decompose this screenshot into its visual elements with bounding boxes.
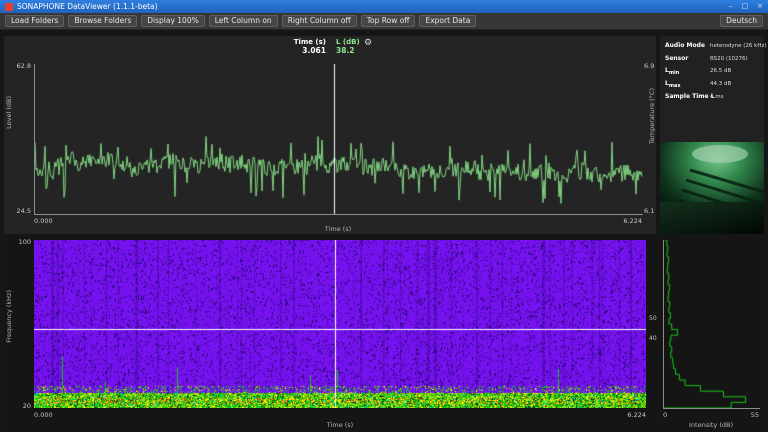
intensity-histogram-chart[interactable] xyxy=(663,240,760,409)
info-value: 26.5 dB xyxy=(710,67,759,78)
spectrogram-right-tick-upper: 50 xyxy=(649,315,657,322)
spectrogram-chart[interactable] xyxy=(34,240,646,408)
cursor-level-label: L (dB) xyxy=(336,38,382,46)
right-column-toggle-button[interactable]: Right Column off xyxy=(282,15,357,27)
info-value: heterodyne (26 kHz) xyxy=(710,42,767,53)
spectrogram-right-tick-lower: 40 xyxy=(649,335,657,342)
app-icon xyxy=(5,3,13,11)
info-value: BS20 (10276) xyxy=(710,55,759,66)
spectrogram-y-tick-top: 100 xyxy=(4,238,31,246)
language-button[interactable]: Deutsch xyxy=(720,15,763,27)
cursor-time-readout: Time (s) 3.061 xyxy=(254,38,326,55)
level-x-axis-label: Time (s) xyxy=(34,225,642,233)
level-waveform-chart[interactable] xyxy=(34,64,643,215)
window-title: SONAPHONE DataViewer (1.1.1-beta) xyxy=(17,2,158,11)
window-titlebar: SONAPHONE DataViewer (1.1.1-beta) – □ × xyxy=(0,0,768,13)
cursor-time-label: Time (s) xyxy=(254,38,326,46)
histogram-x-axis-label: Intensity (dB) xyxy=(663,421,759,429)
temp-y-tick-top: 6.9 xyxy=(644,62,654,70)
cursor-time-value: 3.061 xyxy=(254,46,326,55)
top-row-toggle-button[interactable]: Top Row off xyxy=(361,15,416,27)
histogram-x-tick-right: 55 xyxy=(709,411,759,419)
cursor-level-readout: L (dB) 38.2 xyxy=(336,38,382,55)
info-label-sub: min xyxy=(669,71,679,77)
info-label: Audio Mode xyxy=(665,42,705,49)
sensor-photo xyxy=(660,142,764,234)
info-row-sensor: Sensor BS20 (10276) xyxy=(660,54,764,67)
display-zoom-button[interactable]: Display 100% xyxy=(141,15,204,27)
app-window: SONAPHONE DataViewer (1.1.1-beta) – □ × … xyxy=(0,0,768,432)
intensity-histogram-panel: 0 55 Intensity (dB) xyxy=(658,238,764,432)
main-content: Time (s) 3.061 L (dB) 38.2 ⚙ Level (dB) … xyxy=(0,30,768,432)
close-button[interactable]: × xyxy=(757,0,763,13)
spectrogram-x-tick-right: 6.224 xyxy=(546,411,646,419)
window-controls: – □ × xyxy=(729,0,763,13)
measurement-info-panel: Audio Mode heterodyne (26 kHz) Sensor BS… xyxy=(660,36,764,234)
left-column-toggle-button[interactable]: Left Column on xyxy=(209,15,278,27)
browse-folders-button[interactable]: Browse Folders xyxy=(68,15,137,27)
info-row-lmin: Lmin 26.5 dB xyxy=(660,66,764,79)
spectrogram-y-axis-label: Frequency (kHz) xyxy=(5,290,13,343)
gear-icon[interactable]: ⚙ xyxy=(364,39,372,48)
minimize-button[interactable]: – xyxy=(729,0,733,13)
info-rows: Audio Mode heterodyne (26 kHz) Sensor BS… xyxy=(660,36,764,104)
load-folders-button[interactable]: Load Folders xyxy=(5,15,64,27)
level-x-tick-left: 0.000 xyxy=(34,217,53,225)
spectrogram-x-axis-label: Time (s) xyxy=(34,421,646,429)
spectrogram-y-tick-bottom: 20 xyxy=(4,402,31,410)
info-label: Sample Time L xyxy=(665,93,715,100)
spectrogram-x-tick-left: 0.000 xyxy=(34,411,53,419)
spectrogram-panel: Frequency (kHz) 100 20 50 40 0.000 6.224… xyxy=(4,238,656,432)
temp-y-tick-bottom: 6.1 xyxy=(644,207,654,215)
cursor-level-value: 38.2 xyxy=(336,46,382,55)
histogram-x-tick-left: 0 xyxy=(663,411,667,419)
info-row-sample-time: Sample Time L 4 ms xyxy=(660,92,764,105)
temperature-axis-label: Temperature (°C) xyxy=(648,88,656,144)
level-chart-panel: Time (s) 3.061 L (dB) 38.2 ⚙ Level (dB) … xyxy=(4,36,656,234)
info-row-lmax: Lmax 44.3 dB xyxy=(660,79,764,92)
info-row-audio-mode: Audio Mode heterodyne (26 kHz) xyxy=(660,41,764,54)
info-label-sub: max xyxy=(669,83,681,89)
level-y-tick-top: 62.8 xyxy=(4,62,31,70)
level-y-axis-label: Level (dB) xyxy=(5,96,13,129)
level-y-tick-bottom: 24.5 xyxy=(4,207,31,215)
toolbar: Load Folders Browse Folders Display 100%… xyxy=(0,13,768,30)
export-data-button[interactable]: Export Data xyxy=(419,15,476,27)
level-x-tick-right: 6.224 xyxy=(542,217,642,225)
info-value: 4 ms xyxy=(710,93,759,104)
info-value: 44.3 dB xyxy=(710,80,759,91)
info-label: Sensor xyxy=(665,55,688,62)
maximize-button[interactable]: □ xyxy=(742,0,749,13)
